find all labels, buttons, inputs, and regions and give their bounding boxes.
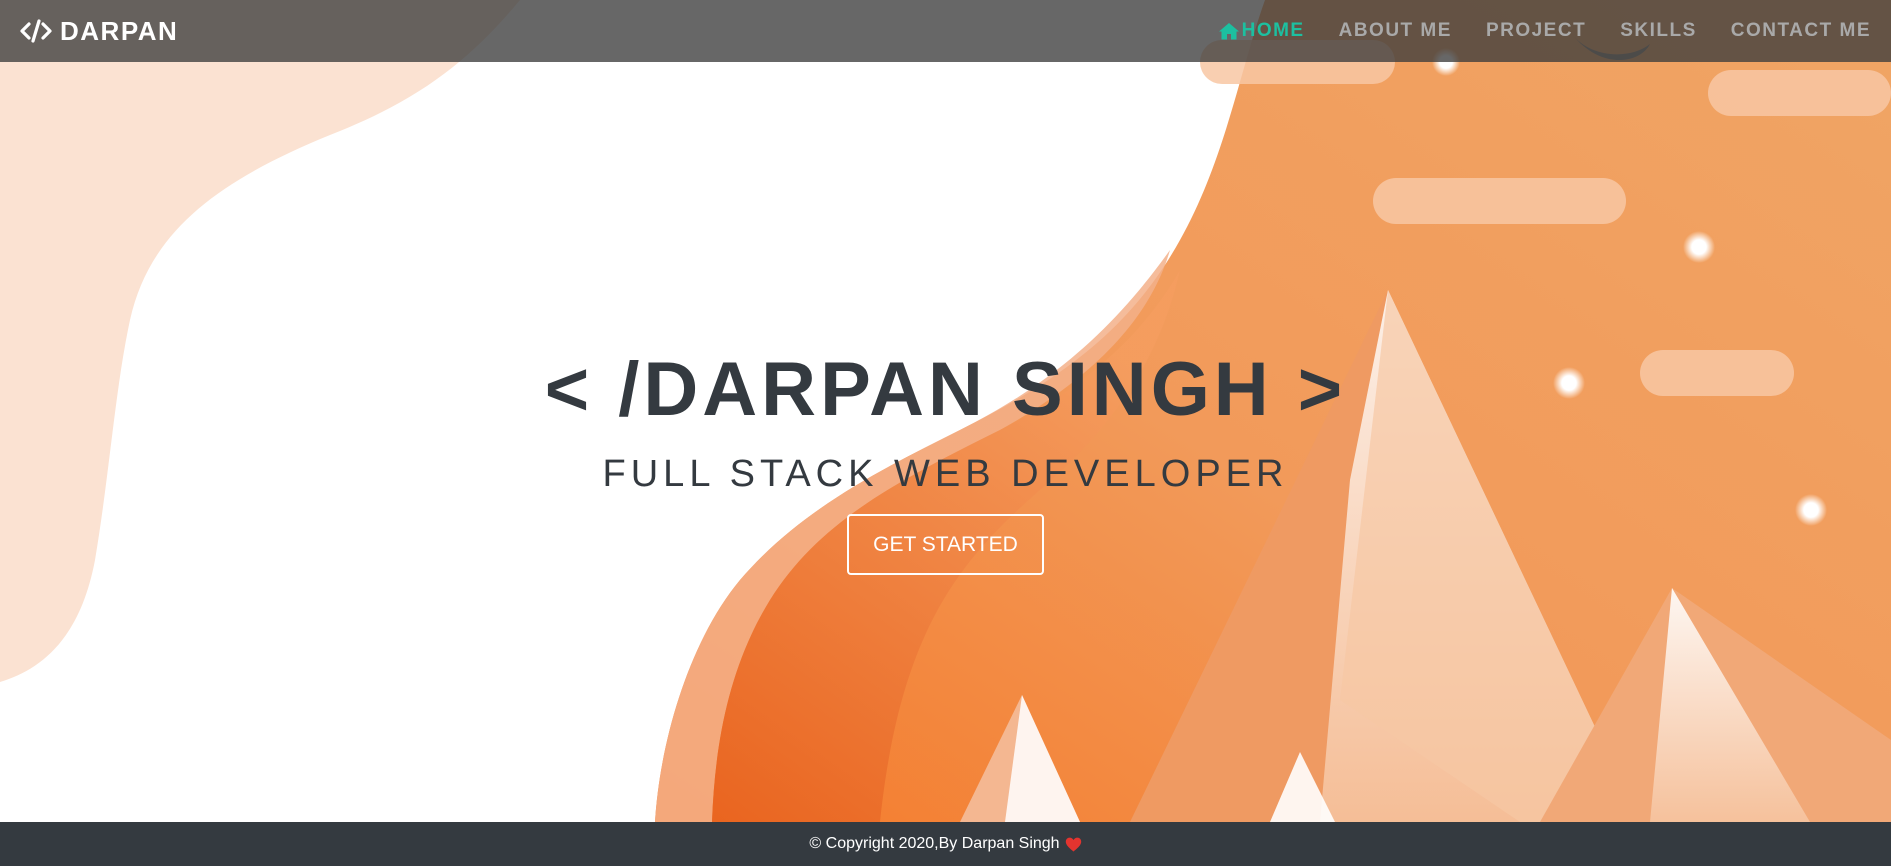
portfolio-page: DARPAN HOME ABOUT ME PROJECT SKILLS CONT… bbox=[0, 0, 1891, 866]
heart-icon bbox=[1065, 837, 1082, 852]
nav-link-home[interactable]: HOME bbox=[1218, 20, 1305, 42]
home-icon bbox=[1218, 21, 1240, 41]
footer: © Copyright 2020,By Darpan Singh bbox=[0, 822, 1891, 866]
nav-link-label: HOME bbox=[1241, 20, 1305, 41]
copyright-text: © Copyright 2020,By Darpan Singh bbox=[809, 835, 1060, 852]
nav-link-about-me[interactable]: ABOUT ME bbox=[1339, 20, 1452, 42]
brand-name: DARPAN bbox=[60, 15, 179, 46]
code-icon bbox=[20, 19, 52, 43]
nav-link-project[interactable]: PROJECT bbox=[1486, 20, 1586, 42]
hero-title: < /DARPAN SINGH > bbox=[544, 347, 1347, 432]
get-started-button[interactable]: GET STARTED bbox=[847, 514, 1044, 575]
navbar: DARPAN HOME ABOUT ME PROJECT SKILLS CONT… bbox=[0, 0, 1891, 62]
nav-link-contact-me[interactable]: CONTACT ME bbox=[1731, 20, 1871, 42]
nav-links: HOME ABOUT ME PROJECT SKILLS CONTACT ME bbox=[1184, 0, 1871, 62]
brand-logo-link[interactable]: DARPAN bbox=[20, 16, 178, 47]
hero-section: < /DARPAN SINGH > FULL STACK WEB DEVELOP… bbox=[0, 340, 1891, 575]
nav-link-skills[interactable]: SKILLS bbox=[1620, 20, 1697, 42]
hero-subtitle: FULL STACK WEB DEVELOPER bbox=[602, 453, 1289, 495]
